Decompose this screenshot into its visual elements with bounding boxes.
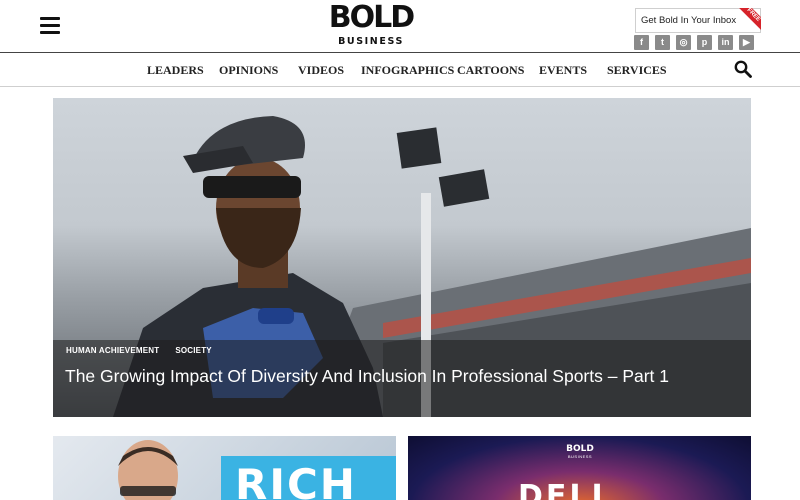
nav-item-infographics[interactable]: INFOGRAPHICS xyxy=(361,63,454,78)
card-bold-logo: BOLD BUSINESS xyxy=(566,444,594,459)
twitter-icon[interactable]: t xyxy=(655,35,670,50)
search-icon[interactable] xyxy=(734,60,752,78)
hero-article-title[interactable]: The Growing Impact Of Diversity And Incl… xyxy=(65,366,669,387)
card-headline-dell: DELL xyxy=(518,479,614,500)
facebook-icon[interactable]: f xyxy=(634,35,649,50)
free-badge: FREE xyxy=(739,8,761,30)
youtube-icon[interactable]: ▶ xyxy=(739,35,754,50)
article-card-rich[interactable]: RICH xyxy=(53,436,396,500)
hero-tags: HUMAN ACHIEVEMENT SOCIETY xyxy=(66,346,212,355)
hero-article[interactable]: HUMAN ACHIEVEMENT SOCIETY The Growing Im… xyxy=(53,98,751,417)
card-logo-bold: BOLD xyxy=(566,444,594,454)
nav-item-opinions[interactable]: OPINIONS xyxy=(219,63,278,78)
hamburger-icon[interactable] xyxy=(40,17,60,34)
free-ribbon: FREE xyxy=(739,8,761,30)
article-card-dell[interactable]: BOLD BUSINESS DELL xyxy=(408,436,751,500)
newsletter-label: Get Bold In Your Inbox xyxy=(641,15,737,26)
social-links: f t ◎ p in ▶ xyxy=(634,35,754,50)
card-headline-rich: RICH xyxy=(221,456,396,500)
site-logo[interactable]: BOLD BUSINESS xyxy=(324,1,418,48)
nav-item-services[interactable]: SERVICES xyxy=(607,63,667,78)
nav-item-cartoons[interactable]: CARTOONS xyxy=(457,63,524,78)
card-logo-business: BUSINESS xyxy=(567,454,593,459)
pinterest-icon[interactable]: p xyxy=(697,35,712,50)
nav-item-leaders[interactable]: LEADERS xyxy=(147,63,204,78)
nav-divider xyxy=(0,86,800,87)
logo-business-text: BUSINESS xyxy=(338,36,404,47)
site-header: BOLD BUSINESS Get Bold In Your Inbox FRE… xyxy=(0,0,800,52)
tag-human-achievement[interactable]: HUMAN ACHIEVEMENT xyxy=(66,346,159,355)
newsletter-signup-button[interactable]: Get Bold In Your Inbox FREE xyxy=(635,8,761,33)
logo-bold-text: BOLD xyxy=(328,0,415,35)
nav-item-videos[interactable]: VIDEOS xyxy=(298,63,344,78)
instagram-icon[interactable]: ◎ xyxy=(676,35,691,50)
main-nav: LEADERS OPINIONS VIDEOS INFOGRAPHICS CAR… xyxy=(0,53,800,87)
tag-society[interactable]: SOCIETY xyxy=(175,346,212,355)
linkedin-icon[interactable]: in xyxy=(718,35,733,50)
nav-item-events[interactable]: EVENTS xyxy=(539,63,587,78)
